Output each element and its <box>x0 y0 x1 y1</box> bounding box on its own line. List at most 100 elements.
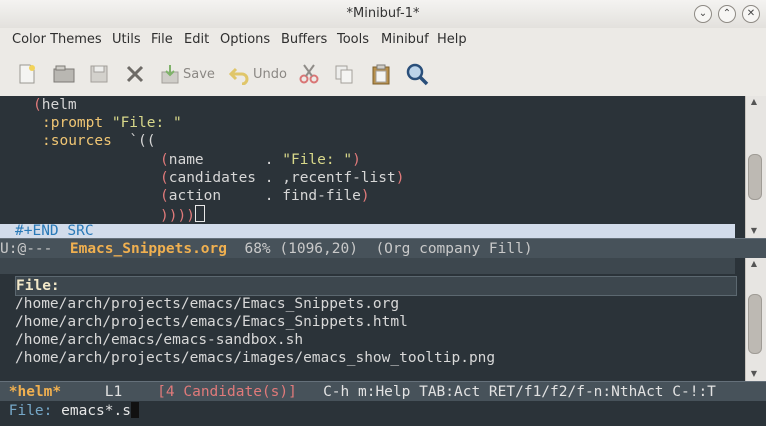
string: "File: " <box>111 115 182 131</box>
undo-label: Undo <box>253 66 287 82</box>
minibuffer-cursor <box>130 402 139 418</box>
end-src-line: #+END_SRC <box>0 224 735 238</box>
menu-buffers[interactable]: Buffers <box>281 32 327 47</box>
new-file-button[interactable] <box>16 62 38 86</box>
buffer-name[interactable]: Emacs_Snippets.org <box>70 241 227 257</box>
mode-line: U:@--- Emacs_Snippets.org 68% (1096,20) … <box>0 238 766 259</box>
helm-header-text: File: <box>16 278 60 294</box>
helm-mode-line: *helm* L1 [4 Candidate(s)] C-h m:Help TA… <box>0 381 766 402</box>
save-label: Save <box>183 66 215 82</box>
paren: ( <box>160 188 169 204</box>
keyword: :prompt <box>42 115 104 131</box>
cursor-position: 68% (1096,20) <box>244 241 358 257</box>
cut-icon <box>299 64 319 84</box>
scroll-down-arrow-icon[interactable]: ▼ <box>746 225 762 237</box>
helm-pane[interactable]: File: /home/arch/projects/emacs/Emacs_Sn… <box>0 258 745 381</box>
scrollbar-thumb[interactable] <box>748 154 762 200</box>
search-icon <box>406 63 429 86</box>
close-x-icon <box>126 65 144 83</box>
save-icon <box>161 65 179 84</box>
code-token: . <box>264 152 274 168</box>
scroll-up-arrow-icon[interactable]: ▲ <box>746 96 762 108</box>
helm-scrollbar[interactable]: ▲ ▼ <box>745 258 766 381</box>
paste-button[interactable] <box>370 62 392 86</box>
paste-icon <box>372 64 390 85</box>
code-line: :sources `(( <box>42 132 156 150</box>
save-button[interactable]: Save <box>160 62 215 86</box>
helm-candidate-count: [4 Candidate(s)] <box>157 384 297 400</box>
string: "File: " <box>282 152 353 168</box>
minimize-button[interactable]: ⌄ <box>694 5 712 23</box>
window-title: *Minibuf-1* <box>346 6 420 21</box>
paren: ) <box>352 152 361 168</box>
menu-options[interactable]: Options <box>220 32 270 47</box>
editor-scrollbar[interactable]: ▲ ▼ <box>745 96 766 238</box>
scrollbar-thumb[interactable] <box>748 294 762 354</box>
menu-minibuf[interactable]: Minibuf <box>381 32 429 47</box>
code-token: . find-file <box>264 188 361 204</box>
keyword: :sources <box>42 133 112 149</box>
menu-bar: Color Themes Utils File Edit Options Buf… <box>0 28 766 52</box>
helm-source-header: File: <box>15 276 737 296</box>
save-disk-icon <box>90 65 108 83</box>
helm-candidate[interactable]: /home/arch/emacs/emacs-sandbox.sh <box>15 331 303 349</box>
helm-top-bar <box>0 258 735 274</box>
helm-buffer-name: *helm* <box>8 384 62 400</box>
open-folder-icon <box>53 65 75 83</box>
helm-key-help: C-h m:Help TAB:Act RET/f1/f2/f-n:NthAct … <box>323 384 716 400</box>
major-minor-modes[interactable]: (Org company Fill) <box>375 241 532 257</box>
menu-utils[interactable]: Utils <box>112 32 141 47</box>
menu-help[interactable]: Help <box>437 32 467 47</box>
end-src-text: #+END_SRC <box>15 224 94 238</box>
tool-bar: Save Undo <box>0 52 766 97</box>
code-token: action <box>168 188 222 204</box>
scroll-down-arrow-icon[interactable]: ▼ <box>746 368 762 380</box>
helm-candidate[interactable]: /home/arch/projects/emacs/images/emacs_s… <box>15 349 495 367</box>
save-disk-button[interactable] <box>88 62 110 86</box>
menu-edit[interactable]: Edit <box>184 32 209 47</box>
cut-button[interactable] <box>298 62 320 86</box>
code-line: )))) <box>160 205 205 224</box>
editor-pane[interactable]: (helm :prompt "File: " :sources `(( (nam… <box>0 96 745 238</box>
undo-icon <box>228 67 249 85</box>
maximize-button[interactable]: ⌃ <box>718 5 736 23</box>
menu-tools[interactable]: Tools <box>337 32 369 47</box>
minibuffer-prompt: File: <box>8 403 62 419</box>
minibuffer[interactable]: File: emacs*.s <box>0 401 766 426</box>
undo-button[interactable]: Undo <box>228 62 287 86</box>
open-file-button[interactable] <box>52 62 76 86</box>
code-line: (name . "File: ") <box>160 151 361 169</box>
helm-candidate[interactable]: /home/arch/projects/emacs/Emacs_Snippets… <box>15 313 408 331</box>
code-token: `(( <box>129 133 156 149</box>
scroll-up-arrow-icon[interactable]: ▲ <box>746 258 762 270</box>
paren: ))) <box>160 208 187 224</box>
copy-icon <box>335 65 353 84</box>
code-token: name <box>168 152 204 168</box>
code-token: . ,recentf-list <box>264 170 396 186</box>
buffer-state: U:@--- <box>0 241 53 257</box>
code-line: (action . find-file) <box>160 187 370 205</box>
paren: ) <box>360 188 370 204</box>
paren: ( <box>33 97 42 113</box>
text-cursor <box>194 205 205 222</box>
code-line: (candidates . ,recentf-list) <box>160 169 404 187</box>
code-line: (helm <box>33 96 77 114</box>
helm-line-number: L1 <box>104 384 123 400</box>
paren: ) <box>186 208 195 224</box>
new-file-icon <box>19 64 35 84</box>
minibuffer-input[interactable]: emacs*.s <box>61 403 131 419</box>
code-token: helm <box>41 97 77 113</box>
menu-file[interactable]: File <box>151 32 173 47</box>
paren: ( <box>160 170 169 186</box>
menu-color-themes[interactable]: Color Themes <box>12 32 102 47</box>
code-token: candidates <box>168 170 257 186</box>
close-buffer-button[interactable] <box>124 62 146 86</box>
helm-candidate[interactable]: /home/arch/projects/emacs/Emacs_Snippets… <box>15 295 399 313</box>
copy-button[interactable] <box>333 62 355 86</box>
paren: ) <box>395 170 405 186</box>
close-window-button[interactable]: ✕ <box>742 5 760 23</box>
title-bar: *Minibuf-1* ⌄ ⌃ ✕ <box>0 0 766 29</box>
search-button[interactable] <box>405 62 429 86</box>
paren: ( <box>160 152 169 168</box>
code-line: :prompt "File: " <box>42 114 182 132</box>
